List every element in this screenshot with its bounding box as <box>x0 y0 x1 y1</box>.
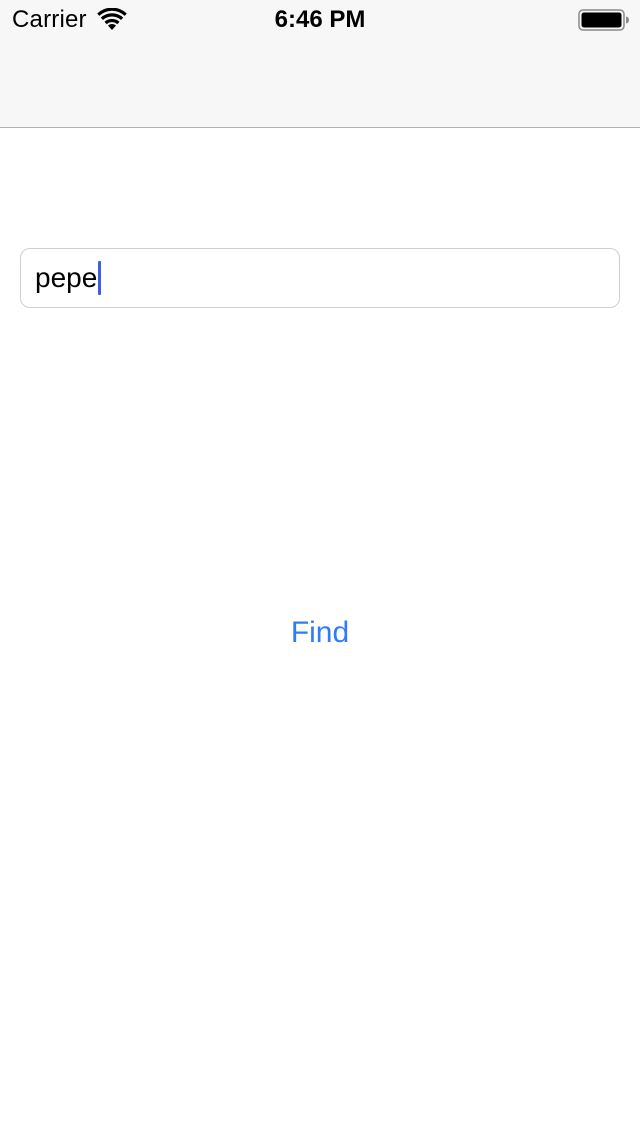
status-bar: Carrier 6:46 PM <box>0 0 640 40</box>
find-button[interactable]: Find <box>220 608 420 658</box>
navigation-bar: Carrier 6:46 PM <box>0 0 640 128</box>
battery-icon <box>578 9 629 31</box>
text-caret <box>98 261 102 295</box>
status-time: 6:46 PM <box>274 6 366 33</box>
search-input-value: pepe <box>35 262 98 293</box>
search-input[interactable]: pepe <box>20 248 620 308</box>
